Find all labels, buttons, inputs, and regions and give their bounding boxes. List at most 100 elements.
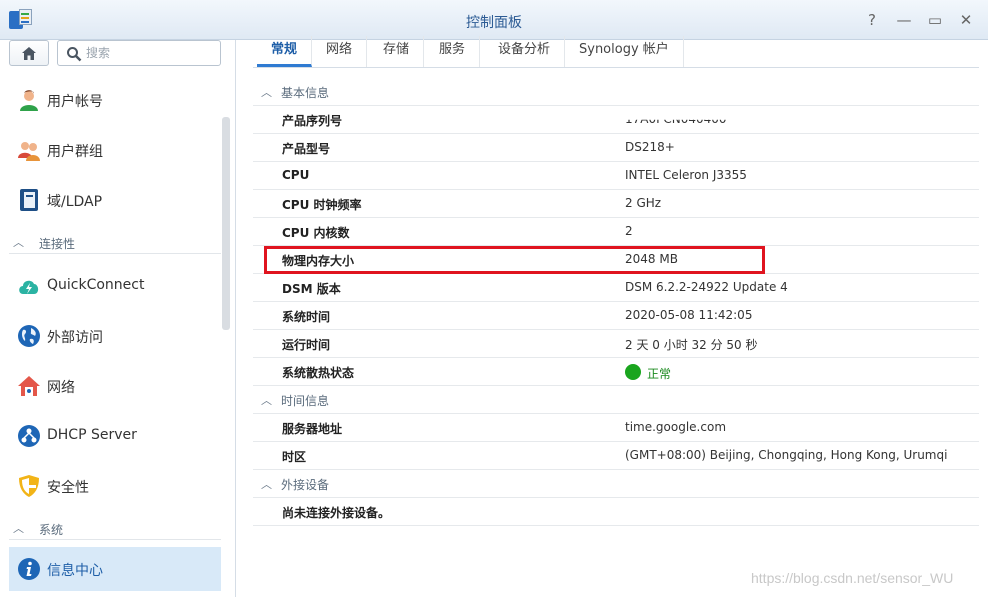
- close-button[interactable]: ✕: [956, 10, 976, 30]
- sidebar-item-label: 外部访问: [47, 330, 103, 346]
- tab-services[interactable]: 服务: [425, 36, 481, 67]
- tab-device-analytics[interactable]: 设备分析: [484, 36, 566, 67]
- sidebar-item-domain-ldap[interactable]: 域/LDAP: [9, 178, 221, 222]
- section-system[interactable]: ︿ 系统: [9, 518, 221, 540]
- tab-storage[interactable]: 存储: [369, 36, 425, 67]
- search-input[interactable]: [86, 44, 216, 62]
- home-icon: [22, 47, 36, 60]
- chevron-up-icon: ︿: [261, 478, 272, 491]
- info-row: 系统散热状态 正常: [253, 358, 979, 386]
- globe-icon: [18, 325, 40, 347]
- group-time-info[interactable]: ︿ 时间信息: [253, 386, 979, 414]
- tab-synology-account[interactable]: Synology 帐户: [565, 36, 684, 67]
- watermark: https://blog.csdn.net/sensor_WU: [751, 570, 954, 586]
- sidebar-item-label: 安全性: [47, 480, 89, 496]
- info-key: 产品型号: [282, 142, 331, 156]
- sidebar-item-label: 信息中心: [47, 563, 103, 579]
- info-value: DS218+: [625, 140, 675, 154]
- group-label: 时间信息: [281, 394, 330, 408]
- sidebar-item-network[interactable]: 网络: [9, 364, 221, 408]
- highlight-box: [264, 246, 765, 274]
- title-bar: 控制面板 ? — ▭ ✕: [0, 0, 988, 40]
- info-row: 运行时间 2 天 0 小时 32 分 50 秒: [253, 330, 979, 358]
- info-key: 服务器地址: [282, 422, 343, 436]
- dhcp-icon: [18, 425, 40, 447]
- info-row: 服务器地址 time.google.com: [253, 414, 979, 442]
- info-key: 系统时间: [282, 310, 331, 324]
- window-title: 控制面板: [466, 15, 522, 31]
- info-row: CPU 时钟频率 2 GHz: [253, 190, 979, 218]
- sidebar-item-user-account[interactable]: 用户帐号: [9, 78, 221, 122]
- group-label: 基本信息: [281, 86, 330, 100]
- search-field[interactable]: [57, 40, 221, 66]
- info-row: DSM 版本 DSM 6.2.2-24922 Update 4: [253, 274, 979, 302]
- info-row: CPU 内核数 2: [253, 218, 979, 246]
- tab-general[interactable]: 常规: [257, 36, 313, 67]
- info-row: 产品型号 DS218+: [253, 134, 979, 162]
- info-value: 2020-05-08 11:42:05: [625, 308, 753, 322]
- info-key: CPU: [282, 168, 310, 182]
- info-key: DSM 版本: [282, 282, 341, 296]
- sidebar-item-label: QuickConnect: [47, 277, 145, 293]
- search-icon: [67, 47, 82, 62]
- status-value: 正常: [647, 367, 672, 381]
- info-row: 产品序列号 17A0PCN040400: [253, 106, 979, 134]
- chevron-up-icon: ︿: [13, 236, 24, 249]
- sidebar-item-info-center[interactable]: 信息中心: [9, 547, 221, 591]
- network-home-icon: [18, 376, 40, 396]
- info-key: 时区: [282, 450, 307, 464]
- sidebar-item-security[interactable]: 安全性: [9, 464, 221, 508]
- status-ok-icon: [625, 364, 641, 380]
- home-button[interactable]: [9, 40, 49, 66]
- group-basic-info[interactable]: ︿ 基本信息: [253, 78, 979, 106]
- shield-icon: [19, 475, 39, 497]
- chevron-up-icon: ︿: [261, 394, 272, 407]
- minimize-button[interactable]: —: [894, 10, 914, 30]
- sidebar-item-label: DHCP Server: [47, 427, 137, 443]
- user-group-icon: [18, 142, 40, 161]
- info-message: 尚未连接外接设备。: [282, 506, 391, 520]
- info-key: CPU 内核数: [282, 226, 350, 240]
- quickconnect-icon: [19, 280, 39, 294]
- info-row: 时区 (GMT+08:00) Beijing, Chongqing, Hong …: [253, 442, 979, 470]
- info-value: DSM 6.2.2-24922 Update 4: [625, 280, 788, 294]
- sidebar-item-quickconnect[interactable]: QuickConnect: [9, 264, 221, 308]
- info-value: 17A0PCN040400: [625, 112, 727, 126]
- sidebar-item-label: 用户群组: [47, 144, 103, 160]
- group-external-devices[interactable]: ︿ 外接设备: [253, 470, 979, 498]
- info-row: 尚未连接外接设备。: [253, 498, 979, 526]
- sidebar-item-external-access[interactable]: 外部访问: [9, 314, 221, 358]
- section-connectivity[interactable]: ︿ 连接性: [9, 232, 221, 254]
- info-row: 系统时间 2020-05-08 11:42:05: [253, 302, 979, 330]
- tab-network[interactable]: 网络: [312, 36, 368, 67]
- section-label: 系统: [39, 523, 64, 537]
- maximize-button[interactable]: ▭: [925, 10, 945, 30]
- chevron-up-icon: ︿: [261, 86, 272, 99]
- help-button[interactable]: ?: [862, 10, 882, 30]
- info-value: INTEL Celeron J3355: [625, 168, 747, 182]
- sidebar-item-label: 用户帐号: [47, 94, 103, 110]
- info-value: 2 天 0 小时 32 分 50 秒: [625, 338, 758, 352]
- info-icon: [18, 558, 40, 580]
- sidebar-item-dhcp-server[interactable]: DHCP Server: [9, 414, 221, 458]
- sidebar: 用户帐号 用户群组 域/LDAP ︿ 连接性 QuickConnect 外部访问…: [0, 40, 236, 597]
- sidebar-item-label: 网络: [47, 380, 75, 396]
- info-value: time.google.com: [625, 420, 727, 434]
- sidebar-item-user-group[interactable]: 用户群组: [9, 128, 221, 172]
- user-icon: [20, 90, 38, 111]
- info-key: 系统散热状态: [282, 366, 355, 380]
- sidebar-item-label: 域/LDAP: [47, 194, 103, 210]
- sidebar-scrollbar[interactable]: [222, 117, 230, 330]
- info-key: 产品序列号: [282, 114, 343, 128]
- info-key: CPU 时钟频率: [282, 198, 362, 212]
- tab-bar: 常规 网络 存储 服务 设备分析 Synology 帐户: [253, 36, 979, 68]
- directory-icon: [20, 189, 38, 211]
- info-key: 运行时间: [282, 338, 331, 352]
- info-value: (GMT+08:00) Beijing, Chongqing, Hong Kon…: [625, 448, 948, 462]
- section-label: 连接性: [39, 237, 76, 251]
- info-value: 2 GHz: [625, 196, 662, 210]
- info-row: CPU INTEL Celeron J3355: [253, 162, 979, 190]
- info-value: 2: [625, 224, 633, 238]
- chevron-up-icon: ︿: [13, 522, 24, 535]
- group-label: 外接设备: [281, 478, 330, 492]
